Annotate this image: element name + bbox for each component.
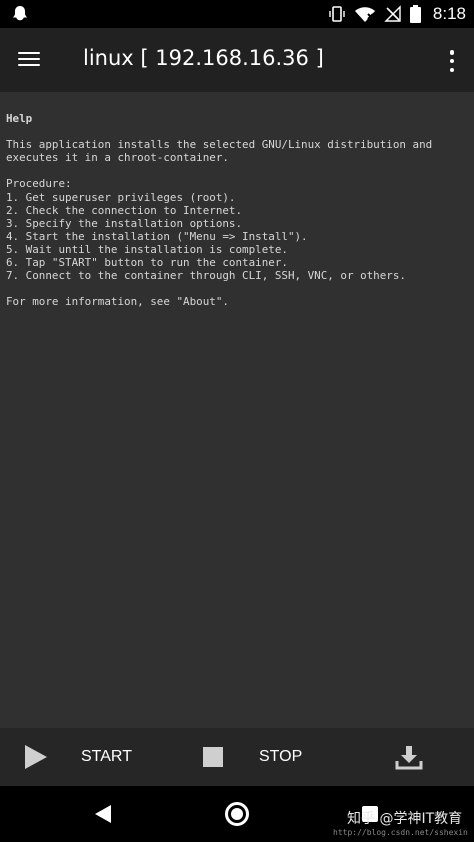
bottom-action-bar: START STOP (0, 728, 474, 786)
install-download-button[interactable] (395, 728, 423, 786)
help-title: Help (6, 112, 33, 125)
play-icon (25, 745, 47, 769)
hamburger-menu-icon[interactable] (18, 48, 46, 72)
procedure-step: 4. Start the installation ("Menu => Inst… (6, 229, 308, 243)
procedure-step: 1. Get superuser privileges (root). (6, 190, 236, 204)
procedure-step: 3. Specify the installation options. (6, 216, 243, 230)
procedure-step: 5. Wait until the installation is comple… (6, 242, 288, 256)
more-info-text: For more information, see "About". (6, 295, 229, 309)
ghost-notification-icon (13, 6, 27, 21)
procedure-step: 6. Tap "START" button to run the contain… (6, 256, 288, 270)
download-icon (395, 746, 423, 770)
more-vert-icon[interactable] (448, 50, 456, 72)
stop-label: STOP (259, 748, 303, 765)
app-toolbar: linux [ 192.168.16.36 ] (0, 28, 474, 92)
stop-icon (203, 747, 223, 767)
back-icon[interactable] (95, 805, 111, 823)
status-bar: 8:18 (0, 0, 474, 28)
wifi-off-icon (354, 7, 375, 22)
status-time: 8:18 (432, 4, 466, 23)
help-intro-line: executes it in a chroot-container. (6, 151, 229, 165)
start-button[interactable]: START (25, 728, 132, 786)
vibrate-icon (329, 6, 345, 22)
start-label: START (81, 748, 132, 765)
help-content[interactable]: Help This application installs the selec… (0, 92, 474, 728)
watermark-text: 知乎 @学神IT教育 (347, 811, 463, 827)
watermark-url: http://blog.csdn.net/sshexin (333, 828, 468, 837)
status-icons: 8:18 (328, 0, 466, 28)
stop-button[interactable]: STOP (203, 728, 302, 786)
procedure-step: 7. Connect to the container through CLI,… (6, 269, 406, 283)
procedure-label: Procedure: (6, 177, 72, 191)
no-signal-icon (384, 5, 401, 22)
battery-icon (409, 5, 421, 23)
app-title: linux [ 192.168.16.36 ] (83, 46, 324, 70)
home-icon[interactable] (225, 802, 249, 826)
help-intro-line: This application installs the selected G… (6, 138, 433, 152)
procedure-step: 2. Check the connection to Internet. (6, 203, 243, 217)
